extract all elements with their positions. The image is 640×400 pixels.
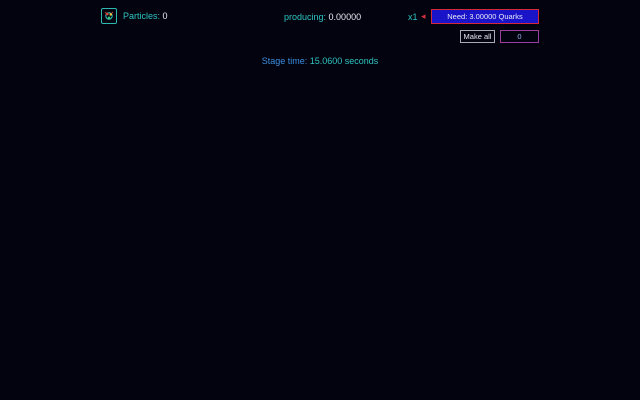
producing-value: 0.00000	[328, 12, 362, 22]
producing-rate: producing: 0.00000	[284, 12, 361, 23]
particles-label: Particles:	[123, 11, 161, 21]
make-all-button[interactable]: Make all	[460, 30, 495, 43]
game-screen: Particles: 0 producing: 0.00000 x1 ◂ Nee…	[0, 0, 640, 400]
stage-time: Stage time: 15.0600 seconds	[0, 56, 640, 67]
count-display: 0	[500, 30, 539, 43]
stage-time-value: 15.0600 seconds	[309, 56, 379, 66]
arrow-left-icon[interactable]: ◂	[421, 11, 426, 22]
need-quarks-button[interactable]: Need: 3.00000 Quarks	[431, 9, 539, 24]
multiplier-label[interactable]: x1	[408, 12, 418, 23]
stage-time-label: Stage time:	[261, 56, 308, 66]
particles-counter: Particles: 0	[123, 11, 168, 22]
producing-label: producing:	[284, 12, 327, 22]
particle-icon	[101, 8, 117, 24]
particles-value: 0	[162, 11, 168, 21]
